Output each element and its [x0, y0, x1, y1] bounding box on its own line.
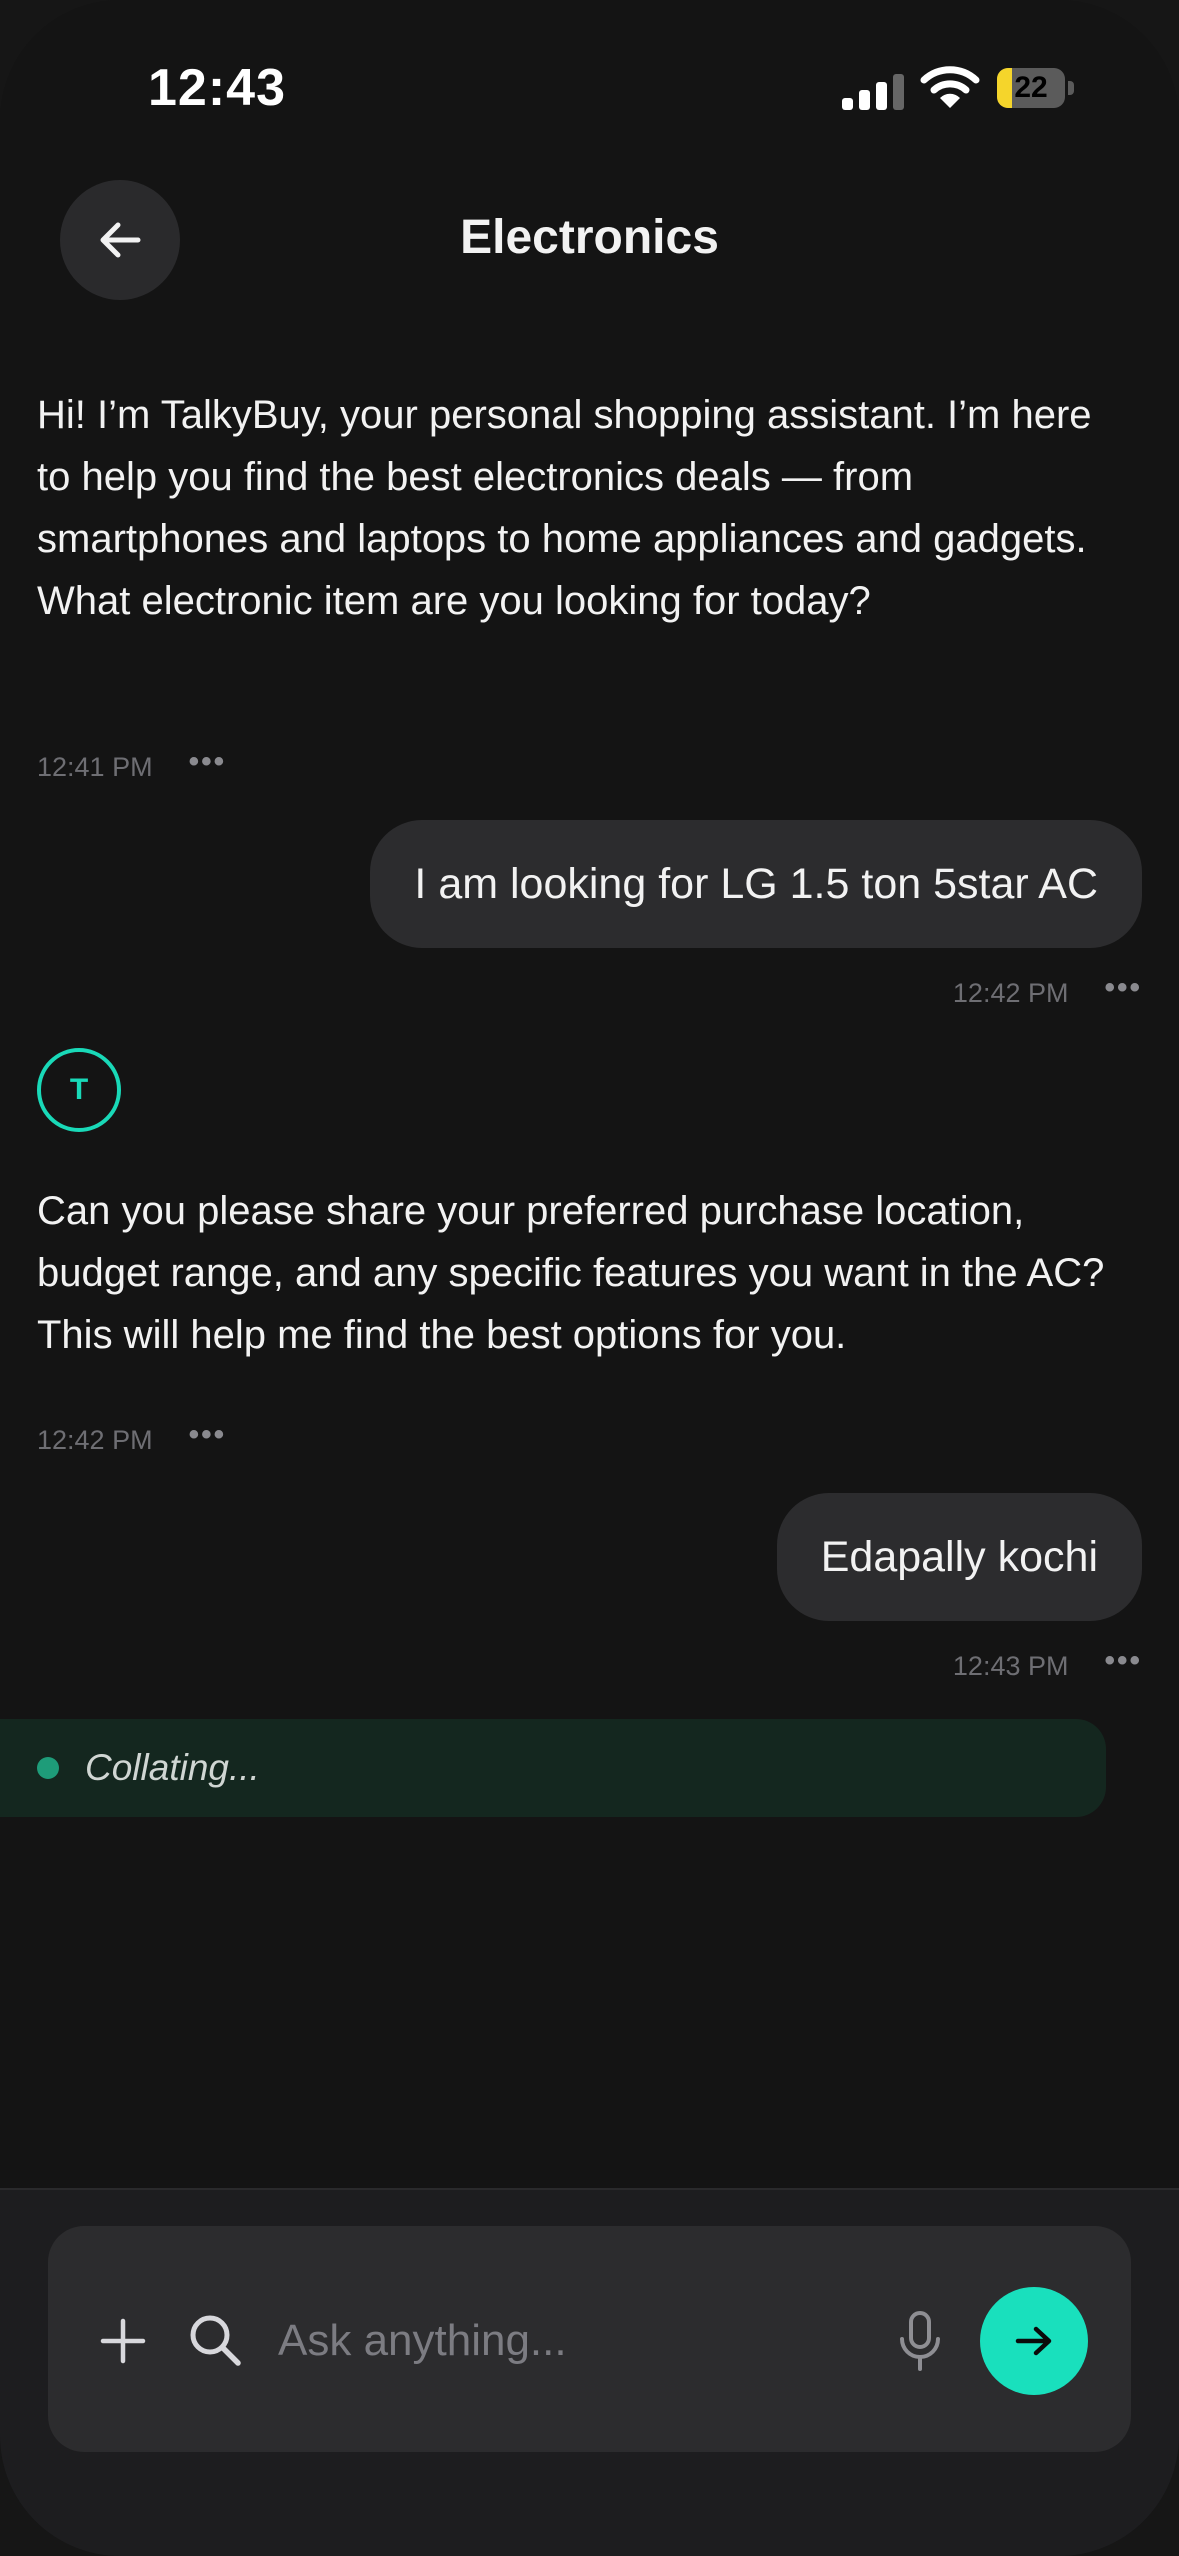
message-timestamp: 12:42 PM — [37, 1425, 153, 1455]
status-dot — [37, 1757, 59, 1779]
phone-screen: 12:43 22 Electronics Hi! I’m TalkyBuy, y… — [0, 0, 1179, 2556]
search-icon — [190, 2315, 241, 2366]
microphone-icon[interactable] — [890, 2309, 950, 2373]
wifi-icon — [920, 66, 980, 108]
collating-status-bar: Collating... — [0, 1719, 1106, 1817]
more-dots-icon[interactable]: ••• — [189, 1419, 227, 1450]
assistant-message: Hi! I’m TalkyBuy, your personal shopping… — [37, 393, 1092, 623]
cellular-signal-icon — [842, 70, 904, 110]
arrow-right-icon — [1015, 2326, 1052, 2356]
plus-icon — [100, 2318, 146, 2364]
battery-level: 22 — [1014, 71, 1048, 104]
message-meta: 12:42 PM ••• — [952, 972, 1142, 1009]
message-input[interactable] — [276, 2300, 860, 2382]
page-title: Electronics — [460, 211, 719, 264]
user-message-bubble: I am looking for LG 1.5 ton 5star AC — [370, 820, 1142, 948]
more-dots-icon[interactable]: ••• — [189, 746, 227, 777]
status-time: 12:43 — [148, 59, 286, 117]
battery-icon: 22 — [997, 68, 1075, 108]
more-dots-icon[interactable]: ••• — [1104, 1645, 1142, 1676]
assistant-avatar: T — [37, 1048, 121, 1132]
user-message-bubble: Edapally kochi — [776, 1493, 1142, 1621]
user-message-text: I am looking for LG 1.5 ton 5star AC — [414, 859, 1098, 908]
send-button[interactable] — [980, 2287, 1088, 2395]
message-timestamp: 12:43 PM — [952, 1651, 1069, 1681]
collating-label: Collating... — [85, 1747, 260, 1788]
more-dots-icon[interactable]: ••• — [1104, 972, 1142, 1003]
message-timestamp: 12:41 PM — [37, 752, 153, 782]
message-meta: 12:43 PM ••• — [952, 1645, 1142, 1682]
assistant-message: Can you please share your preferred purc… — [37, 1189, 1105, 1357]
message-meta: 12:42 PM ••• — [37, 1419, 226, 1456]
attach-button[interactable] — [92, 2310, 154, 2372]
user-message-text: Edapally kochi — [820, 1532, 1098, 1581]
message-meta: 12:41 PM ••• — [37, 746, 226, 783]
message-timestamp: 12:42 PM — [952, 978, 1069, 1008]
